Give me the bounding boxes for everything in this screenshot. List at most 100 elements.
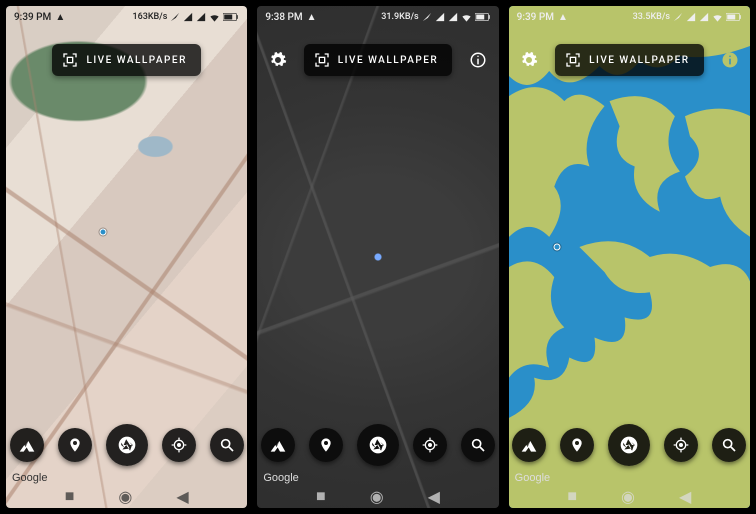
battery-icon <box>726 12 742 22</box>
search-icon <box>470 437 486 453</box>
nav-back[interactable]: ◀ <box>176 487 188 506</box>
screen-dark: 9:38 PM ▲ 31.9KB/s LIVE WALLPAPER Googl <box>257 6 498 508</box>
search-icon <box>219 437 235 453</box>
map-attribution: Google <box>263 472 298 484</box>
net-rate: 31.9KB/s <box>381 12 418 22</box>
search-icon <box>721 437 737 453</box>
locate-icon <box>422 437 438 453</box>
top-controls: LIVE WALLPAPER <box>6 44 247 76</box>
shutter-icon <box>117 435 137 455</box>
battery-icon <box>223 12 239 22</box>
screen-globe: 9:39 PM ▲ 33.5KB/s LIVE WALLPAPER Googl <box>509 6 750 508</box>
live-wallpaper-button[interactable]: LIVE WALLPAPER <box>304 44 452 76</box>
signal-icon <box>196 12 206 22</box>
status-warn-icon: ▲ <box>55 12 65 23</box>
wifi-icon <box>461 12 472 23</box>
shutter-button[interactable] <box>608 424 650 466</box>
clock: 9:39 PM <box>517 12 554 23</box>
android-navbar: ■ ◉ ◀ <box>509 484 750 508</box>
nav-home[interactable]: ◉ <box>370 487 384 506</box>
wallpaper-frame-icon <box>565 52 581 68</box>
android-navbar: ■ ◉ ◀ <box>257 484 498 508</box>
pin-button[interactable] <box>309 428 343 462</box>
clock: 9:38 PM <box>265 12 302 23</box>
clock: 9:39 PM <box>14 12 51 23</box>
signal-icon <box>183 12 193 22</box>
terrain-button[interactable] <box>10 428 44 462</box>
location-marker <box>99 228 106 235</box>
location-status-icon <box>422 12 432 22</box>
settings-button[interactable] <box>519 50 539 70</box>
search-button[interactable] <box>461 428 495 462</box>
search-button[interactable] <box>210 428 244 462</box>
net-rate: 33.5KB/s <box>633 12 670 22</box>
signal-icon <box>448 12 458 22</box>
shutter-icon <box>619 435 639 455</box>
terrain-icon <box>521 437 537 453</box>
screen-terrain: 9:39 PM ▲ 163KB/s LIVE WALLPAPER Google … <box>6 6 247 508</box>
locate-icon <box>171 437 187 453</box>
pin-button[interactable] <box>58 428 92 462</box>
wallpaper-frame-icon <box>314 52 330 68</box>
nav-home[interactable]: ◉ <box>621 487 635 506</box>
status-warn-icon: ▲ <box>307 12 317 23</box>
status-bar: 9:39 PM ▲ 33.5KB/s <box>509 6 750 28</box>
nav-recent[interactable]: ■ <box>316 486 326 506</box>
shutter-icon <box>368 435 388 455</box>
locate-button[interactable] <box>664 428 698 462</box>
signal-icon <box>699 12 709 22</box>
signal-icon <box>435 12 445 22</box>
gear-icon <box>269 51 287 69</box>
pin-icon <box>318 437 334 453</box>
android-navbar: ■ ◉ ◀ <box>6 484 247 508</box>
status-bar: 9:39 PM ▲ 163KB/s <box>6 6 247 28</box>
info-button[interactable] <box>468 50 488 70</box>
locate-icon <box>673 437 689 453</box>
live-wallpaper-label: LIVE WALLPAPER <box>86 55 186 66</box>
top-controls: LIVE WALLPAPER <box>257 44 498 76</box>
info-icon <box>721 51 739 69</box>
gear-icon <box>520 51 538 69</box>
terrain-icon <box>270 437 286 453</box>
top-controls: LIVE WALLPAPER <box>509 44 750 76</box>
nav-back[interactable]: ◀ <box>428 487 440 506</box>
nav-back[interactable]: ◀ <box>679 487 691 506</box>
pin-icon <box>67 437 83 453</box>
terrain-button[interactable] <box>512 428 546 462</box>
settings-button[interactable] <box>268 50 288 70</box>
status-bar: 9:38 PM ▲ 31.9KB/s <box>257 6 498 28</box>
live-wallpaper-button[interactable]: LIVE WALLPAPER <box>52 44 200 76</box>
wifi-icon <box>209 12 220 23</box>
nav-recent[interactable]: ■ <box>567 486 577 506</box>
signal-icon <box>686 12 696 22</box>
nav-home[interactable]: ◉ <box>118 487 132 506</box>
live-wallpaper-label: LIVE WALLPAPER <box>338 55 438 66</box>
pin-button[interactable] <box>560 428 594 462</box>
terrain-button[interactable] <box>261 428 295 462</box>
live-wallpaper-label: LIVE WALLPAPER <box>589 55 689 66</box>
info-button[interactable] <box>720 50 740 70</box>
bottom-dock <box>509 424 750 466</box>
search-button[interactable] <box>712 428 746 462</box>
map-attribution: Google <box>12 472 47 484</box>
status-warn-icon: ▲ <box>558 12 568 23</box>
pin-icon <box>569 437 585 453</box>
live-wallpaper-button[interactable]: LIVE WALLPAPER <box>555 44 703 76</box>
nav-recent[interactable]: ■ <box>65 486 75 506</box>
map-attribution: Google <box>515 472 550 484</box>
wifi-icon <box>712 12 723 23</box>
terrain-icon <box>19 437 35 453</box>
shutter-button[interactable] <box>357 424 399 466</box>
net-rate: 163KB/s <box>132 12 167 22</box>
location-marker <box>553 243 560 250</box>
locate-button[interactable] <box>162 428 196 462</box>
wallpaper-frame-icon <box>62 52 78 68</box>
bottom-dock <box>257 424 498 466</box>
battery-icon <box>475 12 491 22</box>
location-status-icon <box>170 12 180 22</box>
locate-button[interactable] <box>413 428 447 462</box>
info-icon <box>469 51 487 69</box>
location-status-icon <box>673 12 683 22</box>
shutter-button[interactable] <box>106 424 148 466</box>
bottom-dock <box>6 424 247 466</box>
